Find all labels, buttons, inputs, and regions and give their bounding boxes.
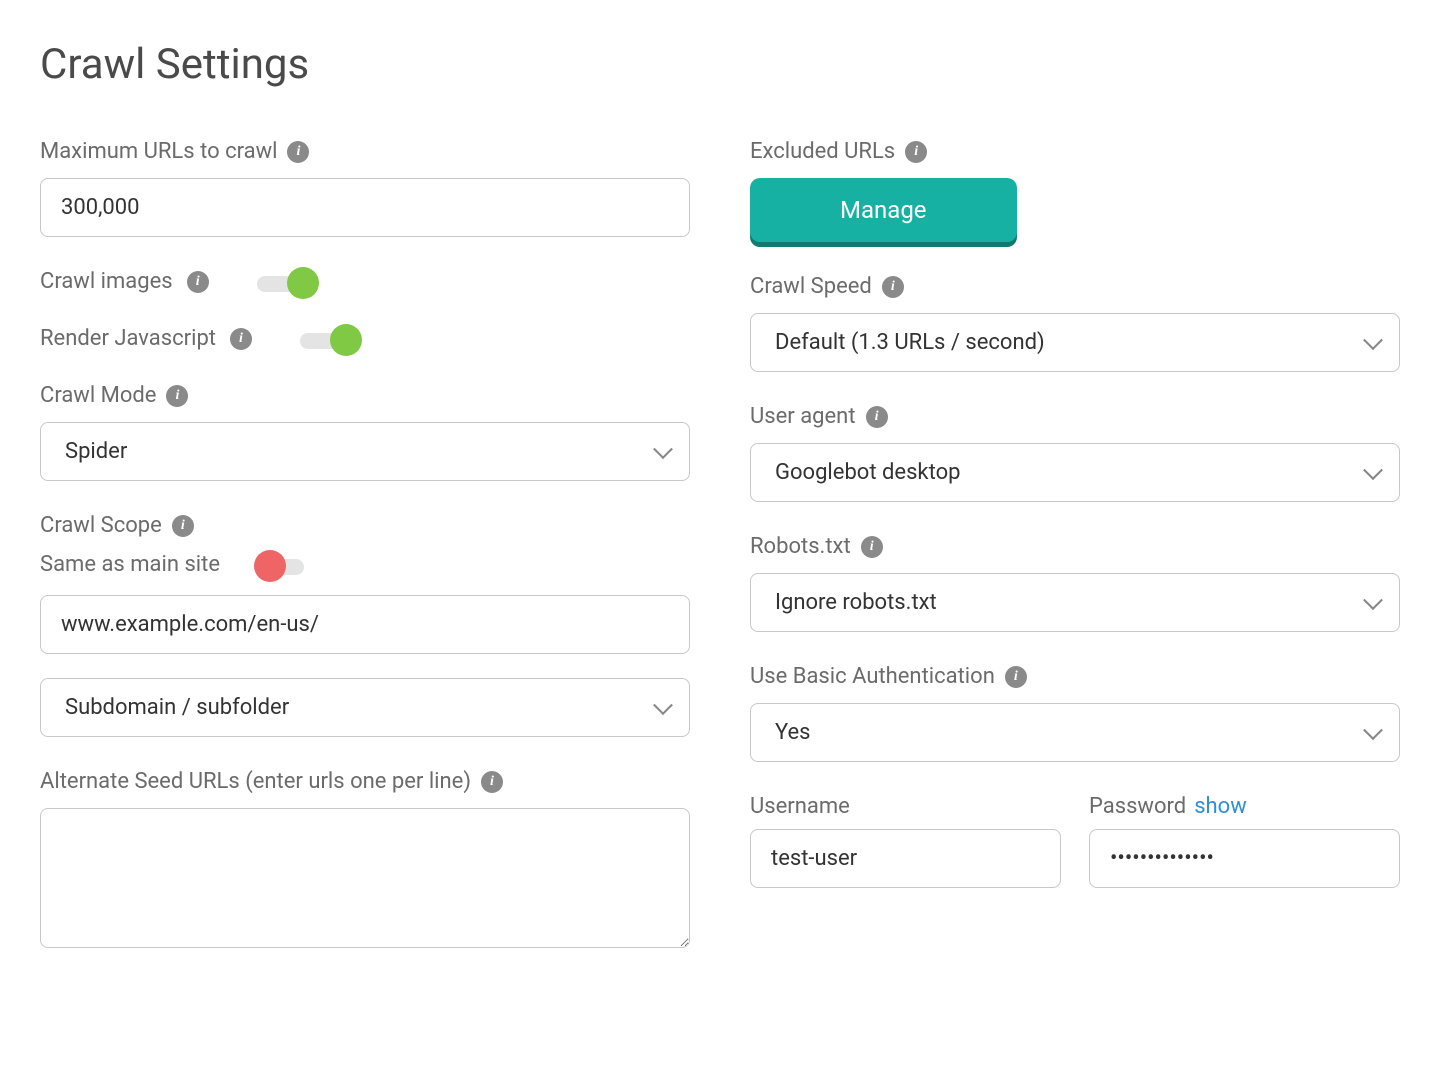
render-js-field: Render Javascript i: [40, 326, 690, 351]
password-field: Password show: [1089, 794, 1400, 888]
crawl-mode-label: Crawl Mode: [40, 383, 156, 408]
info-icon[interactable]: i: [172, 515, 194, 537]
user-agent-label: User agent: [750, 404, 856, 429]
info-icon[interactable]: i: [866, 406, 888, 428]
user-agent-field: User agent i Googlebot desktop: [750, 404, 1400, 502]
info-icon[interactable]: i: [166, 385, 188, 407]
alt-seed-label: Alternate Seed URLs (enter urls one per …: [40, 769, 471, 794]
info-icon[interactable]: i: [882, 276, 904, 298]
crawl-speed-field: Crawl Speed i Default (1.3 URLs / second…: [750, 274, 1400, 372]
crawl-mode-select[interactable]: Spider: [40, 422, 690, 481]
render-js-label: Render Javascript: [40, 326, 216, 351]
password-input[interactable]: [1089, 829, 1400, 888]
crawl-mode-field: Crawl Mode i Spider: [40, 383, 690, 481]
crawl-scope-select[interactable]: Subdomain / subfolder: [40, 678, 690, 737]
username-input[interactable]: [750, 829, 1061, 888]
basic-auth-label: Use Basic Authentication: [750, 664, 995, 689]
username-label: Username: [750, 794, 850, 819]
info-icon[interactable]: i: [861, 536, 883, 558]
show-password-link[interactable]: show: [1194, 794, 1247, 819]
crawl-mode-select-wrap: Spider: [40, 422, 690, 481]
same-as-main-toggle[interactable]: [258, 554, 316, 576]
robots-field: Robots.txt i Ignore robots.txt: [750, 534, 1400, 632]
info-icon[interactable]: i: [481, 771, 503, 793]
excluded-urls-label: Excluded URLs: [750, 139, 895, 164]
crawl-images-toggle[interactable]: [257, 271, 315, 293]
settings-columns: Maximum URLs to crawl i Crawl images i R…: [40, 139, 1400, 984]
max-urls-field: Maximum URLs to crawl i: [40, 139, 690, 237]
left-column: Maximum URLs to crawl i Crawl images i R…: [40, 139, 690, 984]
crawl-scope-label: Crawl Scope: [40, 513, 162, 538]
crawl-images-field: Crawl images i: [40, 269, 690, 294]
max-urls-label-text: Maximum URLs to crawl: [40, 139, 277, 164]
alt-seed-field: Alternate Seed URLs (enter urls one per …: [40, 769, 690, 952]
user-agent-select[interactable]: Googlebot desktop: [750, 443, 1400, 502]
info-icon[interactable]: i: [287, 141, 309, 163]
info-icon[interactable]: i: [905, 141, 927, 163]
crawl-scope-url-input[interactable]: [40, 595, 690, 654]
max-urls-input[interactable]: [40, 178, 690, 237]
render-js-toggle[interactable]: [300, 328, 358, 350]
basic-auth-field: Use Basic Authentication i Yes: [750, 664, 1400, 762]
crawl-images-label: Crawl images: [40, 269, 173, 294]
same-as-main-label: Same as main site: [40, 552, 220, 577]
crawl-speed-select[interactable]: Default (1.3 URLs / second): [750, 313, 1400, 372]
manage-button[interactable]: Manage: [750, 178, 1017, 242]
robots-select[interactable]: Ignore robots.txt: [750, 573, 1400, 632]
right-column: Excluded URLs i Manage Crawl Speed i Def…: [750, 139, 1400, 984]
info-icon[interactable]: i: [230, 328, 252, 350]
page-title: Crawl Settings: [40, 40, 1400, 89]
basic-auth-select[interactable]: Yes: [750, 703, 1400, 762]
info-icon[interactable]: i: [187, 271, 209, 293]
excluded-urls-field: Excluded URLs i Manage: [750, 139, 1400, 242]
crawl-scope-select-wrap: Subdomain / subfolder: [40, 678, 690, 737]
robots-label: Robots.txt: [750, 534, 851, 559]
crawl-scope-field: Crawl Scope i Same as main site Subdomai…: [40, 513, 690, 737]
max-urls-label: Maximum URLs to crawl i: [40, 139, 690, 164]
crawl-speed-label: Crawl Speed: [750, 274, 872, 299]
alt-seed-textarea[interactable]: [40, 808, 690, 948]
username-field: Username: [750, 794, 1061, 888]
auth-row: Username Password show: [750, 794, 1400, 888]
password-label: Password: [1089, 794, 1186, 819]
info-icon[interactable]: i: [1005, 666, 1027, 688]
